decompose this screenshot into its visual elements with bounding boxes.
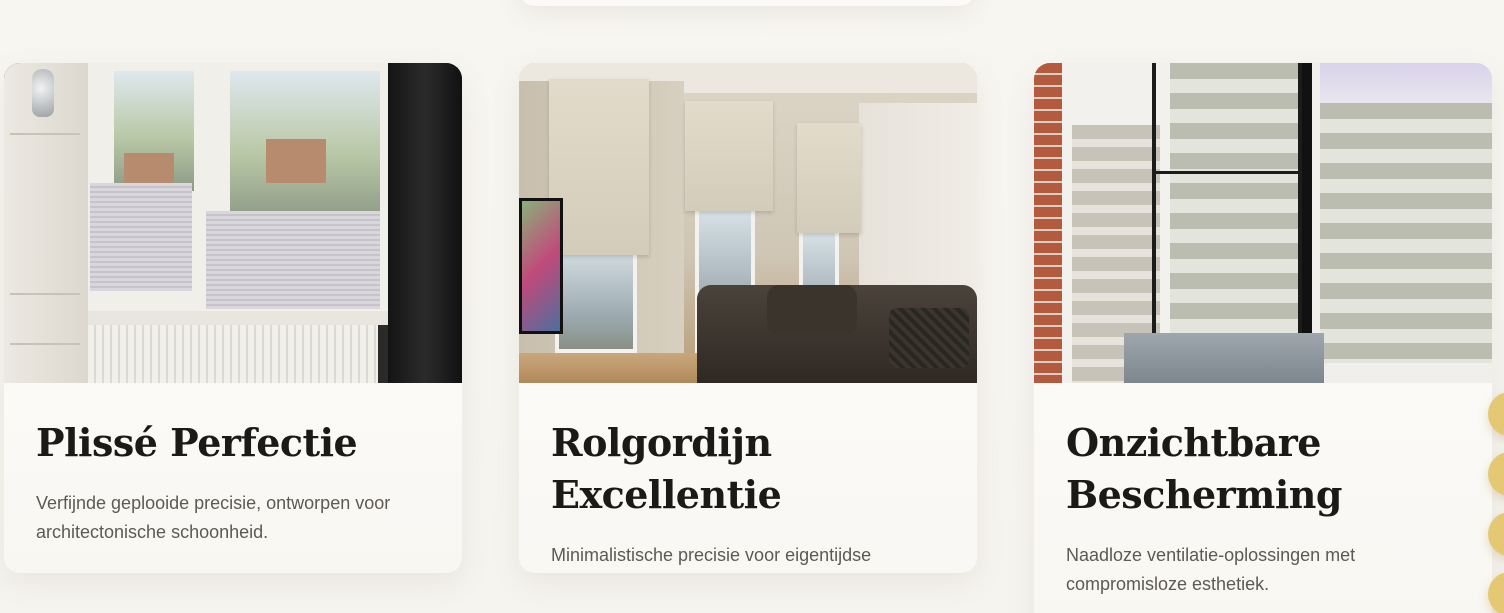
card-description: Minimalistische precisie voor eigentijds…: [551, 545, 872, 565]
plisse-window-photo: [4, 63, 462, 383]
insect-screen-window-photo: [1034, 63, 1492, 383]
card-body: Plissé Perfectie Verfijnde geplooide pre…: [4, 383, 462, 573]
card-description: Naadloze ventilatie-oplossingen met comp…: [1066, 545, 1356, 594]
product-card-plisse[interactable]: Plissé Perfectie Verfijnde geplooide pre…: [4, 63, 462, 573]
card-description: Verfijnde geplooide precisie, ontworpen …: [36, 493, 391, 542]
card-title: Rolgordijn Excellentie: [551, 420, 782, 517]
card-title: Onzichtbare Bescherming: [1066, 420, 1343, 517]
product-card-onzichtbare-bescherming[interactable]: Onzichtbare Bescherming Naadloze ventila…: [1034, 63, 1492, 613]
tv-icon: [519, 198, 563, 334]
vase-icon: [32, 69, 54, 117]
product-card-rolgordijn[interactable]: Rolgordijn Excellentie Minimalistische p…: [519, 63, 977, 573]
card-body: Rolgordijn Excellentie Minimalistische p…: [519, 383, 977, 573]
product-showcase-section: Plissé Perfectie Verfijnde geplooide pre…: [0, 0, 1504, 613]
roller-blind-room-photo: [519, 63, 977, 383]
card-title: Plissé Perfectie: [36, 420, 358, 465]
card-body: Onzichtbare Bescherming Naadloze ventila…: [1034, 383, 1492, 613]
previous-card-peek: [519, 0, 975, 6]
